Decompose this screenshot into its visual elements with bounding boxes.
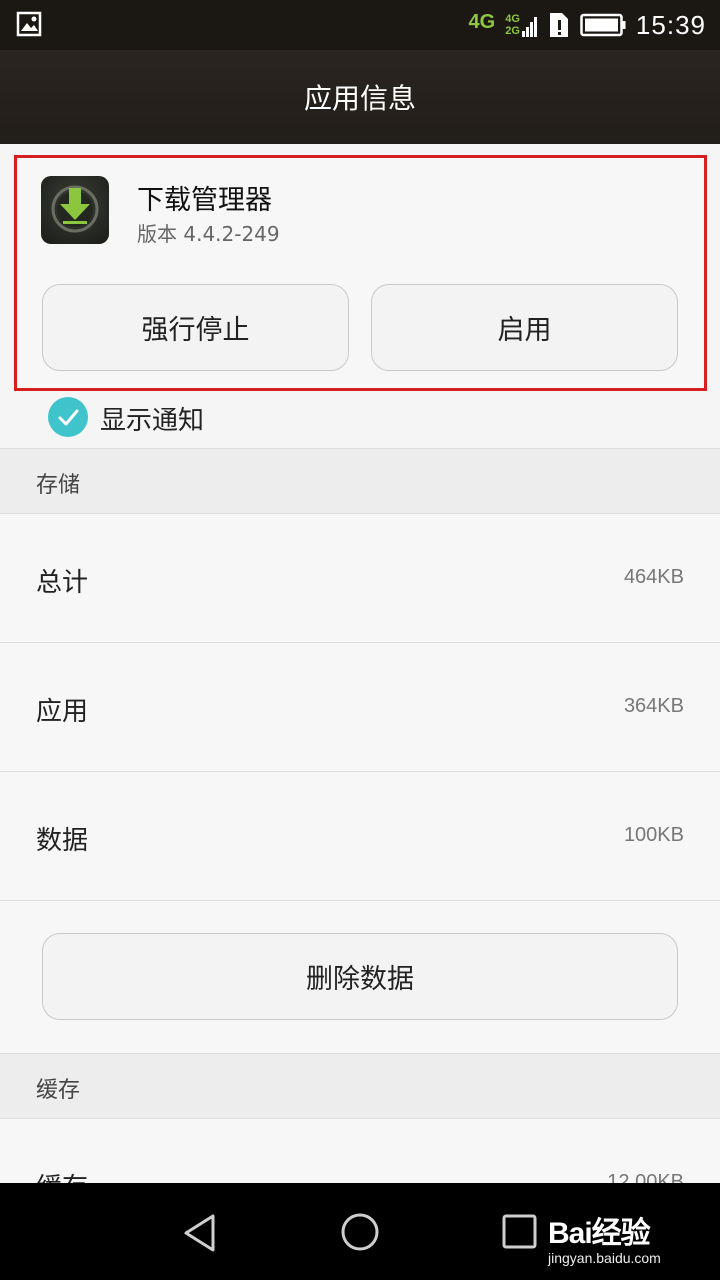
download-arrow-icon [41, 176, 109, 244]
app-info-card: 下载管理器 版本 4.4.2-249 强行停止 启用 [14, 155, 707, 391]
enable-button[interactable]: 启用 [371, 284, 678, 371]
storage-row-label: 数据 [36, 826, 89, 856]
back-icon[interactable] [182, 1213, 218, 1253]
status-bar: 4G 4G 2G 15:39 [0, 0, 720, 50]
network-type-primary: 4G [468, 11, 496, 33]
home-icon[interactable] [340, 1212, 380, 1252]
app-name: 下载管理器 [137, 185, 272, 216]
checkbox-checked-icon[interactable] [48, 397, 88, 437]
app-version: 版本 4.4.2-249 [137, 222, 280, 246]
signal-icon [521, 17, 537, 37]
show-notification-label: 显示通知 [100, 406, 205, 436]
network-type-secondary: 4G 2G [505, 13, 520, 37]
storage-row-label: 总计 [36, 568, 89, 598]
storage-section-header: 存储 [0, 448, 720, 514]
storage-row-value: 100KB [623, 824, 684, 846]
cache-section-title: 缓存 [36, 1078, 81, 1103]
storage-row-label: 应用 [36, 697, 89, 727]
clock: 15:39 [635, 9, 706, 40]
cache-section-header: 缓存 [0, 1053, 720, 1119]
gallery-icon [16, 11, 42, 37]
sim-alert-icon [549, 13, 568, 37]
baidu-watermark: Bai经验 jingyan.baidu.com [548, 1208, 661, 1266]
force-stop-button[interactable]: 强行停止 [42, 284, 349, 371]
storage-row-value: 364KB [623, 695, 684, 717]
storage-row-data: 数据 100KB [0, 772, 720, 901]
recents-icon[interactable] [502, 1214, 538, 1250]
clear-data-area: 删除数据 [0, 901, 720, 1053]
battery-icon [580, 13, 626, 37]
storage-row-total: 总计 464KB [0, 514, 720, 643]
show-notification-row[interactable]: 显示通知 [0, 392, 720, 448]
title-bar: 应用信息 [0, 50, 720, 144]
clear-data-button[interactable]: 删除数据 [42, 933, 678, 1020]
watermark-brand: Bai经验 [548, 1217, 651, 1250]
storage-row-value: 464KB [623, 566, 684, 588]
page-title: 应用信息 [303, 82, 416, 115]
watermark-url: jingyan.baidu.com [548, 1250, 661, 1266]
storage-row-app: 应用 364KB [0, 643, 720, 772]
storage-section-title: 存储 [36, 473, 81, 498]
